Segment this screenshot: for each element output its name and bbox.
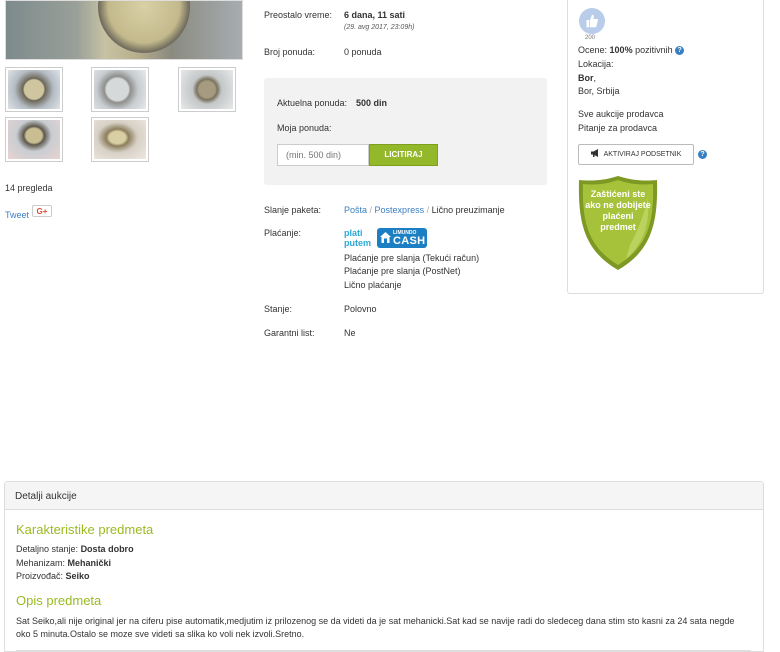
bid-panel: Aktuelna ponuda: 500 din Moja ponuda: LI… (264, 78, 547, 185)
remaining-time-value: 6 dana, 11 sati (344, 10, 406, 20)
description-title: Opis predmeta (16, 593, 102, 608)
buyer-protection-text: Zaštićeni ste ako ne dobijete plaćeni pr… (585, 189, 651, 232)
item-description: Sat Seiko,ali nije original jer na cifer… (16, 616, 735, 639)
payment-method-1: Plaćanje pre slanja (Tekući račun) (344, 253, 480, 263)
location-city: Bor, (578, 73, 597, 83)
shipping-option-posta[interactable]: Pošta (344, 205, 367, 215)
condition-label: Stanje: (264, 304, 293, 314)
limundo-cash-logo: LIMUNDO CASH (377, 228, 427, 248)
payment-method-2: Plaćanje pre slanja (PostNet) (344, 266, 461, 276)
auction-details-header: Detalji aukcije (5, 482, 763, 510)
location-label: Lokacija: (578, 59, 614, 69)
location-full: Bor, Srbija (578, 86, 620, 96)
view-count: 14 pregleda (5, 183, 53, 193)
house-icon (380, 232, 391, 243)
seller-rating: Ocene: 100% pozitivnih ? (578, 45, 685, 56)
ask-seller-link[interactable]: Pitanje za prodavca (578, 123, 657, 133)
shipping-label: Slanje paketa: (264, 205, 322, 215)
mechanism: Mehanizam: Mehanički (16, 558, 112, 568)
thumbnail-1[interactable] (5, 67, 63, 112)
my-bid-label: Moja ponuda: (277, 123, 332, 133)
bid-amount-input[interactable] (277, 144, 369, 166)
shipping-option-personal: Lično preuzimanje (431, 205, 505, 215)
current-bid-label: Aktuelna ponuda: (277, 98, 348, 108)
all-seller-auctions-link[interactable]: Sve aukcije prodavca (578, 109, 664, 119)
characteristics-title: Karakteristike predmeta (16, 522, 154, 537)
thumbs-up-icon (586, 14, 598, 28)
thumbnail-4[interactable] (5, 117, 63, 162)
end-date: (29. avg 2017, 23:09h) (344, 24, 415, 31)
thumbnail-5[interactable] (91, 117, 149, 162)
warranty-label: Garantni list: (264, 328, 315, 338)
shipping-options: Pošta / Postexpress / Lično preuzimanje (344, 205, 505, 215)
seller-rating-badge (579, 8, 605, 34)
current-bid-value: 500 din (356, 98, 388, 108)
shipping-option-postexpress[interactable]: Postexpress (375, 205, 425, 215)
badge-number: 200 (585, 35, 596, 41)
bids-count-link[interactable]: 0 ponuda (344, 47, 382, 57)
detailed-condition: Detaljno stanje: Dosta dobro (16, 544, 134, 554)
bid-button[interactable]: LICITIRAJ (369, 144, 438, 166)
thumbnail-2[interactable] (91, 67, 149, 112)
warranty-value: Ne (344, 328, 356, 338)
thumbnail-3[interactable] (178, 67, 236, 112)
help-icon[interactable]: ? (698, 150, 707, 159)
payment-method-3: Lično plaćanje (344, 280, 402, 290)
megaphone-icon (590, 149, 598, 157)
bids-count-label: Broj ponuda: (264, 47, 316, 57)
manufacturer: Proizvođač: Seiko (16, 571, 90, 581)
divider (16, 650, 751, 651)
payment-label: Plaćanje: (264, 228, 302, 238)
remaining-time-label: Preostalo vreme: (264, 10, 333, 20)
condition-value: Polovno (344, 304, 377, 314)
help-icon[interactable]: ? (675, 46, 685, 56)
tweet-button[interactable]: Tweet (5, 210, 29, 220)
auction-details-panel: Detalji aukcije Karakteristike predmeta … (4, 481, 764, 652)
google-plus-button[interactable]: G+ (32, 205, 52, 217)
plati-putem-text: plati putem (344, 228, 371, 248)
activate-reminder-button[interactable]: AKTIVIRAJ PODSETNIK (578, 144, 694, 165)
seller-panel: 200 Ocene: 100% pozitivnih ? Lokacija: B… (567, 0, 764, 294)
main-product-photo[interactable] (5, 0, 243, 60)
